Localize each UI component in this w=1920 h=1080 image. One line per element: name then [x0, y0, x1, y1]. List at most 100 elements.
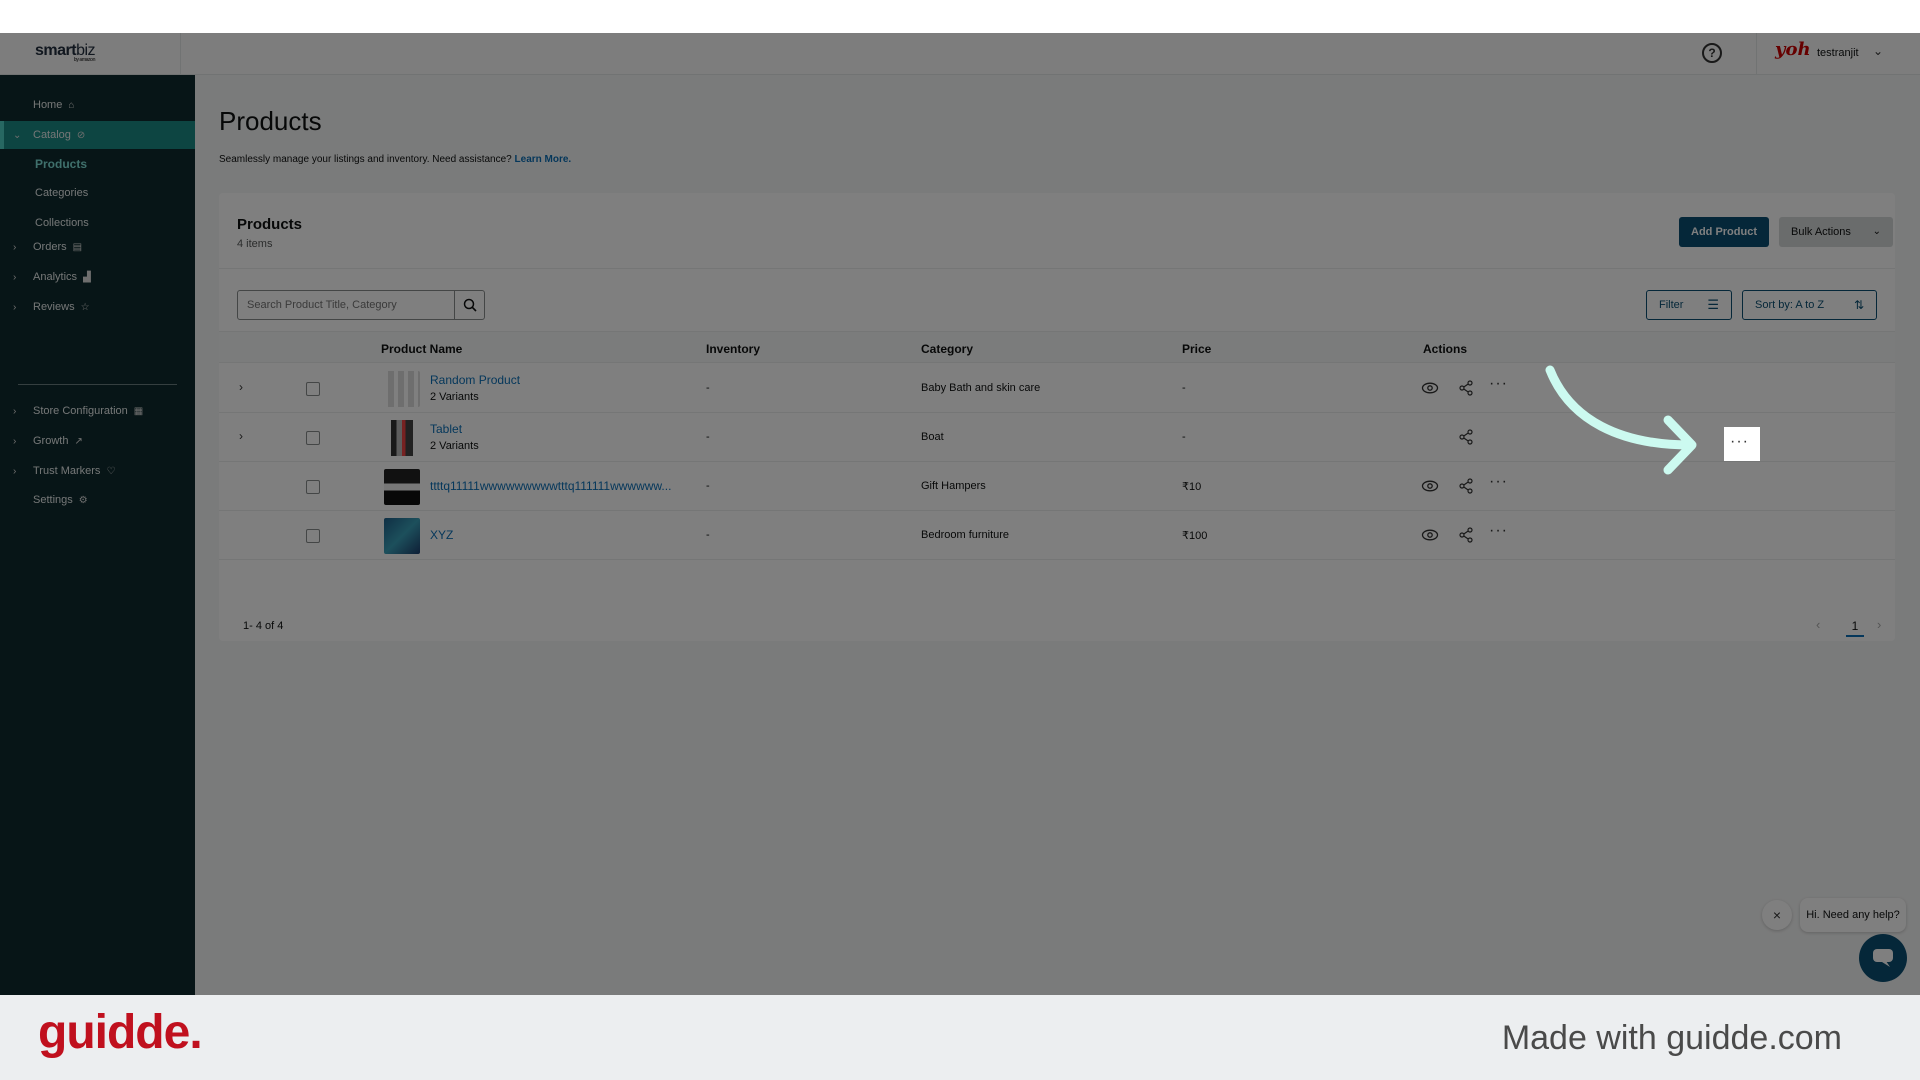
more-options-icon[interactable]: ···	[1489, 522, 1508, 540]
chevron-right-icon: ›	[13, 405, 17, 417]
filter-button[interactable]: Filter ☰	[1646, 290, 1732, 320]
smartbiz-logo[interactable]: smartbiz by amazon	[35, 42, 96, 63]
sidebar-item-orders[interactable]: › Orders ▤	[0, 233, 195, 261]
sidebar-item-store-configuration[interactable]: › Store Configuration ▦	[0, 397, 195, 425]
top-margin	[0, 0, 1920, 33]
column-header[interactable]: Product Name	[381, 342, 462, 356]
chevron-down-icon[interactable]: ⌄	[1873, 44, 1883, 58]
sidebar-item-analytics[interactable]: › Analytics ▟	[0, 263, 195, 291]
filter-label: Filter	[1659, 299, 1684, 311]
card-title: Products	[237, 216, 303, 233]
product-name-link[interactable]: ttttq11111wwwwwwwwwtttq111111wwwwww...	[430, 479, 671, 493]
main-content: Products Seamlessly manage your listings…	[195, 75, 1920, 995]
share-icon[interactable]	[1457, 428, 1475, 446]
chat-icon	[1873, 949, 1893, 967]
guidde-logo: guidde.	[38, 1006, 203, 1059]
sidebar-item-trust-markers[interactable]: › Trust Markers ♡	[0, 457, 195, 485]
sidebar: Home ⌂ ⌄ Catalog ⊘ Products Categories Col…	[0, 75, 195, 995]
highlighted-more-options-button[interactable]: ···	[1724, 427, 1760, 461]
screenshot-frame: smartbiz by amazon ? yoh testranjit ⌄ Ho…	[0, 0, 1920, 1080]
bar-chart-icon: ▟	[83, 272, 91, 283]
share-icon[interactable]	[1457, 477, 1475, 495]
chevron-right-icon[interactable]: ›	[1877, 617, 1881, 632]
close-icon[interactable]: ×	[1762, 900, 1792, 930]
inventory-cell: -	[706, 529, 710, 541]
search-button[interactable]	[454, 291, 484, 319]
share-icon[interactable]	[1457, 526, 1475, 544]
product-thumbnail	[384, 469, 420, 505]
question-circle-icon[interactable]: ?	[1702, 43, 1722, 63]
guide-arrow	[1545, 365, 1697, 475]
search-input[interactable]	[238, 291, 454, 319]
sidebar-item-settings[interactable]: Settings ⚙	[0, 486, 195, 514]
category-cell: Gift Hampers	[921, 480, 986, 492]
product-name-link[interactable]: Random Product	[430, 373, 520, 387]
eye-icon[interactable]	[1421, 379, 1439, 397]
more-options-icon: ···	[1730, 433, 1749, 450]
divider	[1756, 33, 1757, 75]
sidebar-item-label: Trust Markers	[33, 465, 101, 477]
product-thumbnail	[384, 420, 420, 456]
sidebar-item-label: Growth	[33, 435, 69, 447]
column-header: Inventory	[706, 342, 761, 356]
clipboard-icon: ▤	[72, 242, 83, 253]
username[interactable]: testranjit	[1817, 47, 1859, 59]
category-cell: Boat	[921, 431, 944, 443]
product-name-link[interactable]: Tablet	[430, 422, 462, 436]
page-title: Products	[219, 106, 322, 136]
chat-button[interactable]	[1859, 934, 1907, 982]
gear-icon: ⚙	[78, 495, 88, 506]
eye-icon[interactable]	[1421, 477, 1439, 495]
learn-more-link[interactable]: Learn More.	[515, 154, 572, 165]
more-options-icon[interactable]: ···	[1489, 375, 1508, 393]
price-cell: -	[1182, 431, 1186, 443]
row-checkbox[interactable]	[306, 382, 320, 396]
more-options-icon[interactable]: ···	[1489, 473, 1508, 491]
sliders-icon: ☰	[1707, 297, 1719, 312]
chevron-left-icon[interactable]: ‹	[1816, 617, 1820, 632]
sidebar-item-home[interactable]: Home ⌂	[0, 91, 195, 119]
product-name-link[interactable]: XYZ	[430, 528, 453, 542]
row-checkbox[interactable]	[306, 480, 320, 494]
chat-greeting[interactable]: Hi. Need any help?	[1800, 898, 1906, 932]
column-header: Category	[921, 342, 974, 356]
chevron-right-icon: ›	[13, 241, 17, 253]
inventory-cell: -	[706, 382, 710, 394]
chevron-right-icon[interactable]: ›	[239, 380, 243, 394]
variant-count: 2 Variants	[430, 440, 479, 452]
table-row: XYZ - Bedroom furniture ₹100 ···	[219, 511, 1895, 560]
sidebar-item-label: Reviews	[33, 301, 75, 313]
sidebar-item-label: Catalog	[33, 129, 71, 141]
sidebar-item-growth[interactable]: › Growth ↗	[0, 427, 195, 455]
sidebar-item-products[interactable]: Products	[35, 157, 87, 171]
share-icon[interactable]	[1457, 379, 1475, 397]
price-cell: ₹10	[1182, 481, 1202, 493]
sidebar-item-catalog[interactable]: ⌄ Catalog ⊘	[0, 121, 195, 149]
row-checkbox[interactable]	[306, 431, 320, 445]
sidebar-item-label: Store Configuration	[33, 405, 128, 417]
trend-icon: ↗	[74, 436, 83, 447]
made-with-text: Made with guidde.com	[1501, 1019, 1842, 1057]
page-number[interactable]: 1	[1847, 619, 1863, 633]
add-product-button[interactable]: Add Product	[1679, 217, 1769, 247]
price-cell: ₹100	[1182, 530, 1208, 542]
sidebar-item-label: Settings	[33, 494, 73, 506]
sidebar-item-categories[interactable]: Categories	[35, 187, 88, 199]
sort-label: Sort by: A to Z	[1755, 299, 1825, 311]
bulk-actions-button[interactable]: Bulk Actions ⌄	[1779, 217, 1893, 247]
sidebar-item-collections[interactable]: Collections	[35, 217, 89, 229]
product-thumbnail	[384, 371, 420, 407]
bulk-actions-label: Bulk Actions	[1791, 226, 1851, 238]
page-subtitle-text: Seamlessly manage your listings and inve…	[219, 154, 512, 165]
row-checkbox[interactable]	[306, 529, 320, 543]
eye-icon[interactable]	[1421, 526, 1439, 544]
search-icon	[463, 298, 477, 312]
chevron-right-icon[interactable]: ›	[239, 429, 243, 443]
logo-text-main: smart	[35, 42, 77, 59]
top-bar: smartbiz by amazon ? yoh testranjit ⌄	[0, 33, 1920, 75]
inventory-cell: -	[706, 431, 710, 443]
inventory-cell: -	[706, 480, 710, 492]
sidebar-item-reviews[interactable]: › Reviews ☆	[0, 293, 195, 321]
chevron-right-icon: ›	[13, 301, 17, 313]
sort-button[interactable]: Sort by: A to Z ⇅	[1742, 290, 1877, 320]
